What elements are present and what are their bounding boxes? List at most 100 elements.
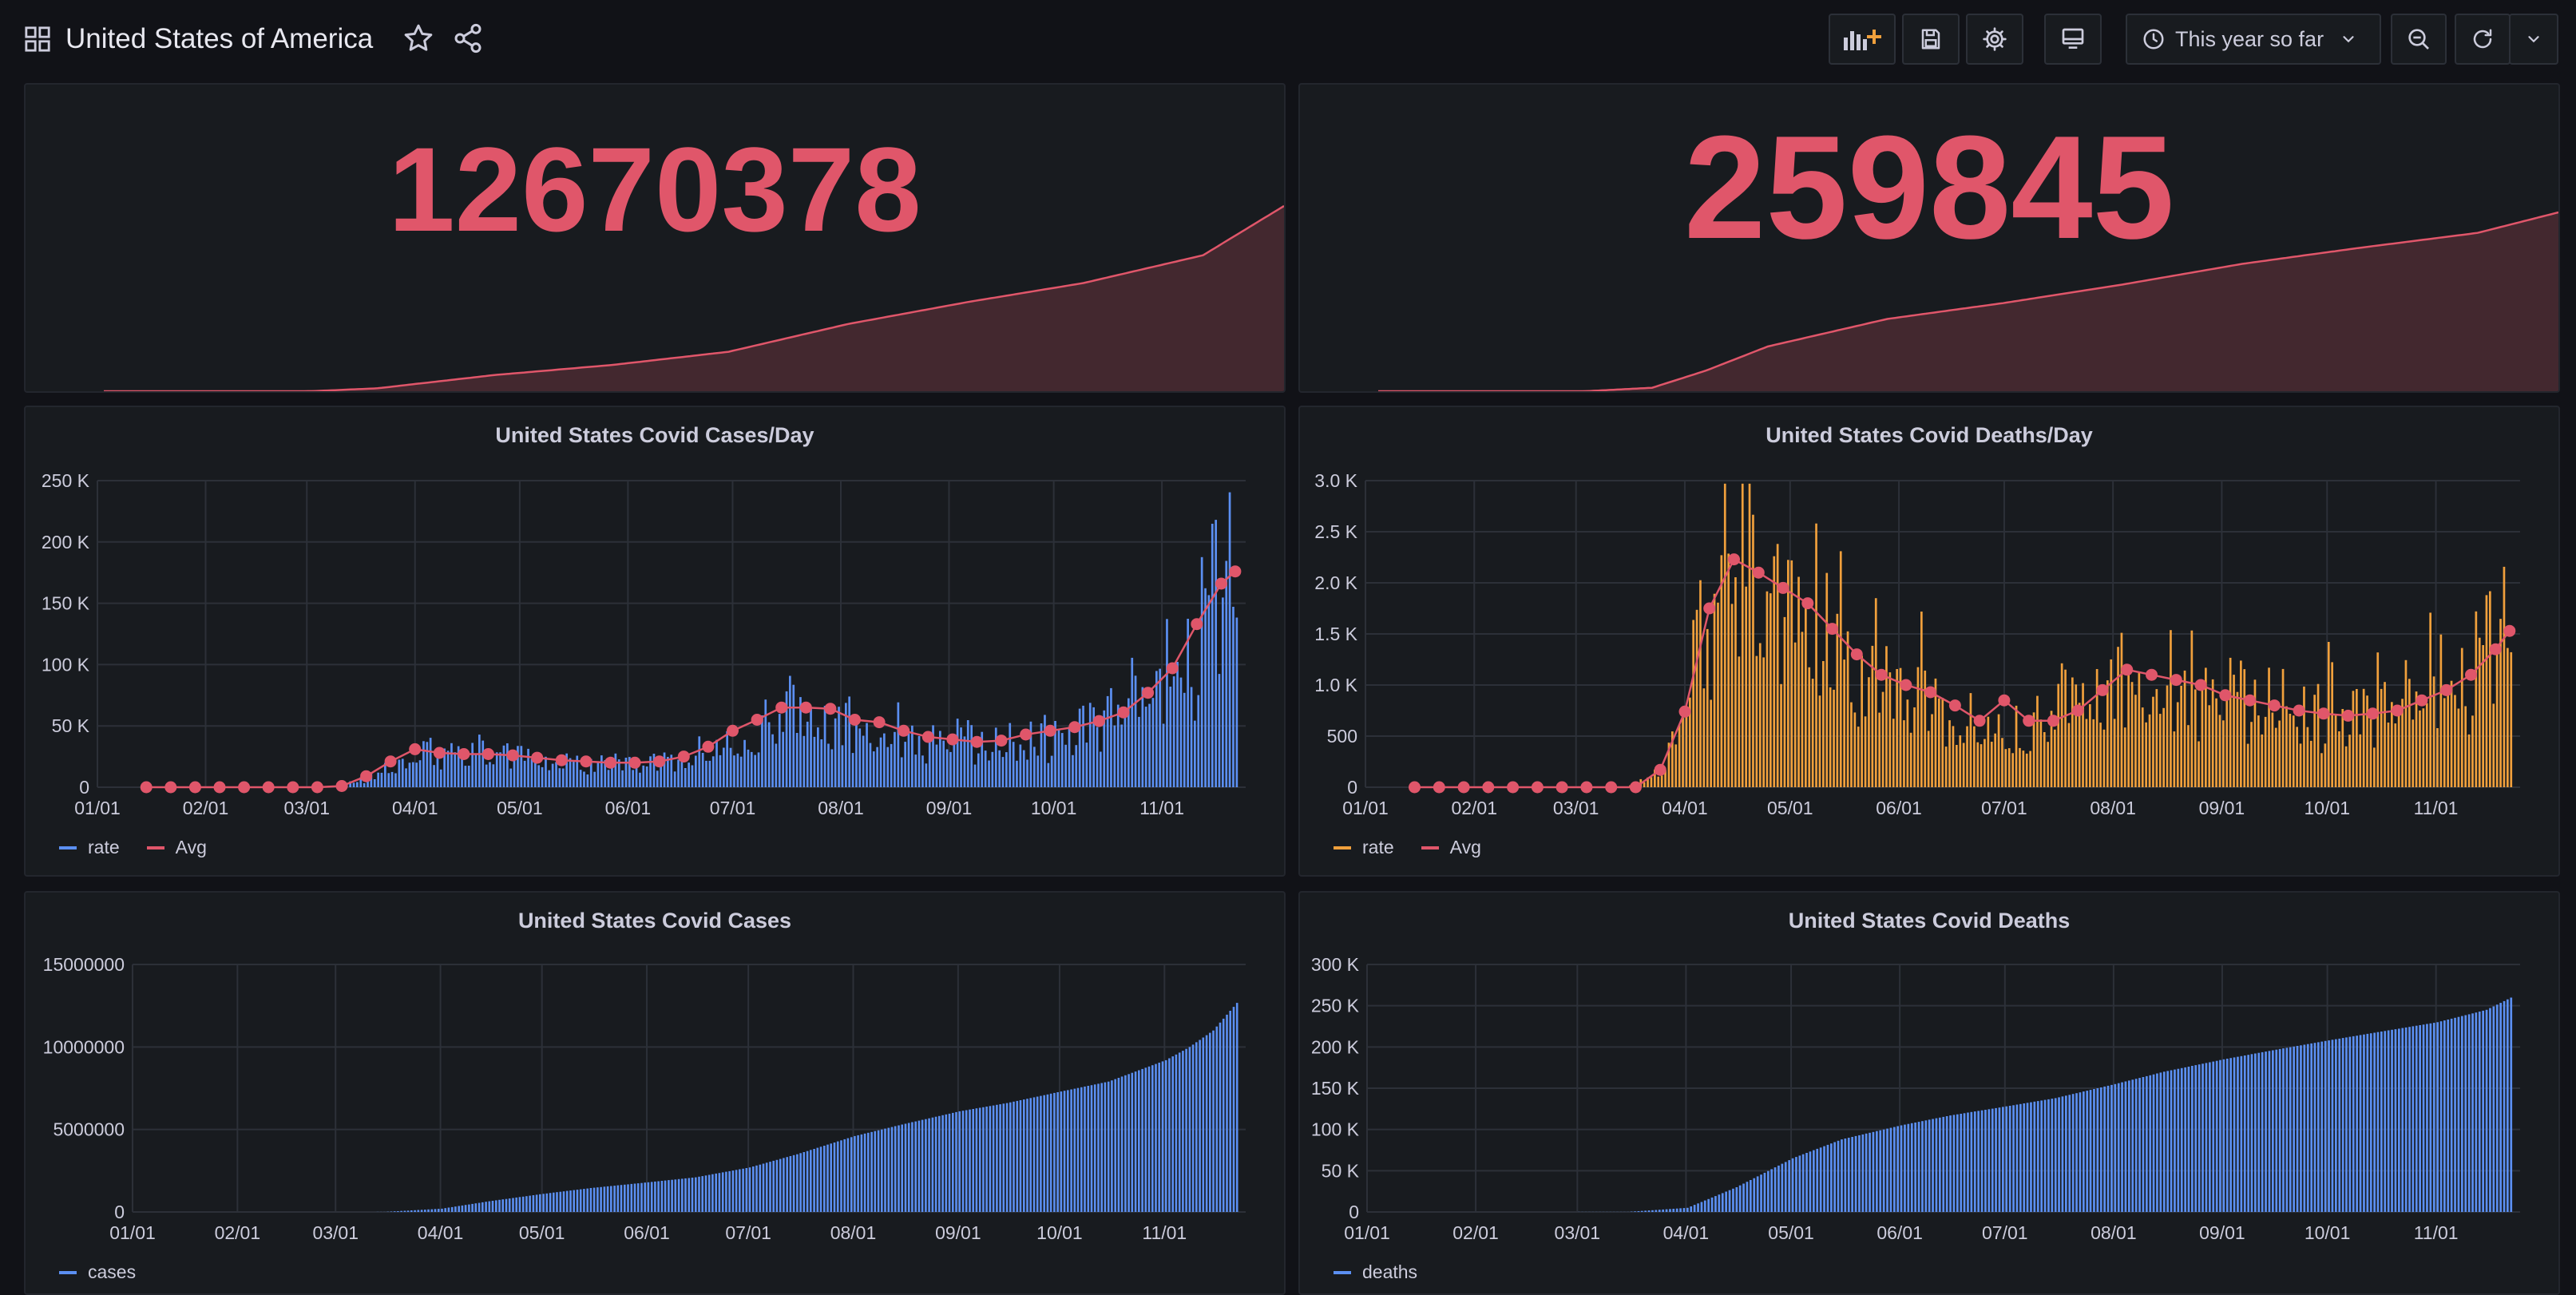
- bar: [848, 696, 850, 787]
- bar: [958, 1111, 961, 1212]
- bar: [439, 769, 442, 787]
- bar: [949, 751, 952, 787]
- bar: [2482, 645, 2484, 787]
- bar: [1813, 1150, 1815, 1212]
- refresh-interval-picker[interactable]: [2509, 14, 2558, 65]
- bar: [501, 1199, 504, 1212]
- bar: [1172, 676, 1175, 787]
- bar: [664, 1180, 667, 1212]
- bar: [523, 760, 526, 787]
- bar: [573, 1190, 575, 1212]
- star-icon[interactable]: [402, 22, 434, 54]
- bar: [799, 1153, 802, 1212]
- avg-point: [2170, 674, 2182, 687]
- x-tick-label: 02/01: [183, 798, 229, 818]
- save-dashboard-button[interactable]: [1902, 14, 1960, 65]
- bar: [1194, 720, 1196, 787]
- bar: [1141, 1068, 1143, 1212]
- bar: [2156, 1073, 2158, 1212]
- bar: [2253, 679, 2257, 787]
- bar: [2447, 1020, 2450, 1212]
- bar: [1793, 642, 1797, 787]
- dashboard-grid-icon[interactable]: [24, 26, 51, 53]
- bar: [1215, 1026, 1219, 1212]
- bar: [1097, 1083, 1100, 1212]
- bar: [1781, 1163, 1784, 1212]
- share-icon[interactable]: [452, 22, 484, 54]
- bar: [1178, 1052, 1181, 1212]
- bar: [586, 774, 589, 787]
- deaths-total-chart: 0 50 K 100 K 150 K 200 K 250 K 300 K 01/01 02/01…: [1311, 954, 2520, 1243]
- bar: [1161, 1061, 1164, 1212]
- bar: [897, 702, 900, 787]
- bar: [1690, 1206, 1693, 1212]
- bar: [761, 715, 763, 787]
- bar: [757, 752, 760, 787]
- refresh-button[interactable]: [2455, 14, 2511, 65]
- bar: [1176, 662, 1179, 787]
- bar: [1658, 1210, 1661, 1212]
- dashboard-title[interactable]: United States of America: [65, 18, 373, 61]
- bar: [394, 773, 397, 787]
- avg-point: [1629, 781, 1642, 794]
- bar: [1717, 602, 1719, 787]
- bar: [537, 765, 540, 787]
- bar: [1935, 1118, 1938, 1212]
- zoom-out-button[interactable]: [2391, 14, 2447, 65]
- time-range-picker[interactable]: This year so far: [2126, 14, 2381, 65]
- bar: [1032, 1097, 1036, 1212]
- bar: [1960, 1114, 1963, 1212]
- bar: [2324, 743, 2327, 787]
- bar: [2246, 743, 2249, 787]
- legend-item-avg[interactable]: Avg: [146, 837, 234, 858]
- bar: [2019, 1103, 2022, 1212]
- add-panel-button[interactable]: [1829, 14, 1896, 65]
- legend-item-cases[interactable]: cases: [59, 1261, 163, 1283]
- bar: [2047, 742, 2049, 787]
- bar: [934, 1116, 937, 1212]
- avg-point: [628, 756, 641, 769]
- bar: [1050, 755, 1053, 787]
- bar: [1692, 620, 1694, 787]
- legend-item-deaths[interactable]: deaths: [1334, 1261, 1445, 1283]
- avg-point: [384, 755, 397, 768]
- bar: [877, 1130, 880, 1212]
- bar: [994, 727, 997, 787]
- bar: [1226, 1014, 1228, 1212]
- bar: [530, 758, 533, 787]
- bar: [1816, 1148, 1819, 1212]
- bar: [1770, 593, 1772, 787]
- bar: [778, 714, 781, 787]
- bar: [482, 740, 485, 787]
- bar: [2191, 1066, 2194, 1212]
- legend-item-rate[interactable]: rate: [59, 837, 147, 858]
- avg-point: [1556, 781, 1568, 794]
- panel-total-cases[interactable]: 12670378: [24, 83, 1286, 393]
- bar: [2503, 566, 2506, 787]
- bar: [401, 758, 404, 787]
- bar: [2299, 743, 2302, 787]
- bar: [876, 747, 878, 787]
- legend-item-avg[interactable]: Avg: [1421, 837, 1508, 858]
- panel-total-deaths[interactable]: 259845: [1298, 83, 2560, 393]
- bar: [701, 1176, 703, 1212]
- dashboard-settings-button[interactable]: [1966, 14, 2023, 65]
- bar: [2447, 691, 2449, 787]
- cycle-view-mode-button[interactable]: [2044, 14, 2102, 65]
- bar: [2369, 719, 2372, 787]
- avg-point: [1044, 724, 1056, 737]
- bar: [1700, 1202, 1703, 1212]
- legend-item-rate[interactable]: rate: [1334, 837, 1421, 858]
- avg-point: [727, 724, 739, 737]
- panel-cases-per-day[interactable]: United States Covid Cases/Day 0 50 K 100 K…: [24, 406, 1286, 877]
- bar: [1903, 720, 1905, 787]
- bar: [1777, 1165, 1780, 1212]
- bar: [1758, 643, 1762, 787]
- bar: [1844, 1139, 1847, 1212]
- bar: [447, 1207, 450, 1212]
- panel-deaths-per-day[interactable]: United States Covid Deaths/Day 0 500 1.0 K…: [1298, 406, 2560, 877]
- panel-deaths-total[interactable]: United States Covid Deaths 0 50 K 100 K 150…: [1298, 891, 2560, 1295]
- bar: [1179, 677, 1183, 787]
- bar: [2054, 1098, 2057, 1212]
- panel-cases-total[interactable]: United States Covid Cases 0 5000000 100000…: [24, 891, 1286, 1295]
